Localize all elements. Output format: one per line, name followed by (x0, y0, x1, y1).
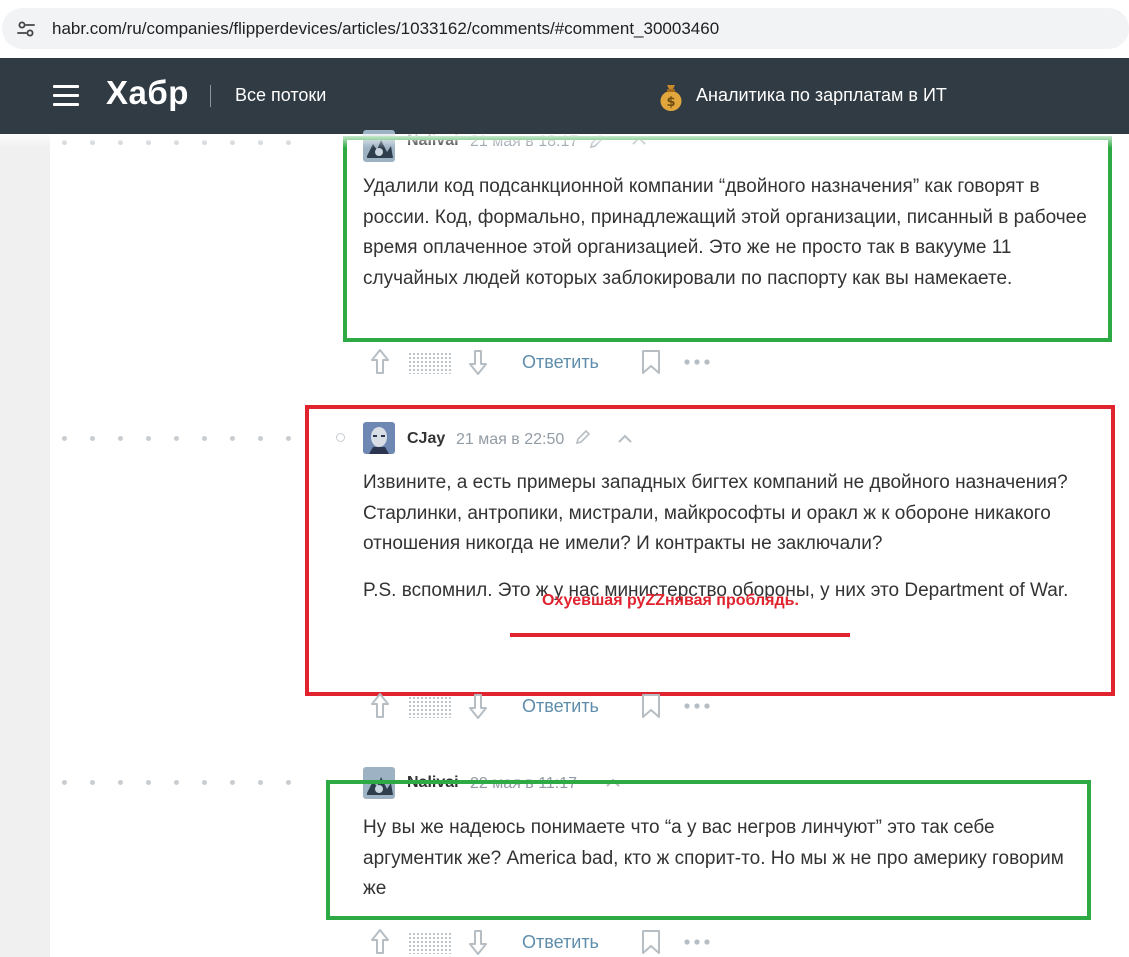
comment-actions: Ответить (370, 928, 730, 957)
site-settings-icon[interactable] (16, 19, 36, 39)
reply-button[interactable]: Ответить (522, 352, 599, 373)
comment-paragraph: Удалили код подсанкционной компании “дво… (363, 176, 1087, 289)
comments-area: Nalivai 21 мая в 18:17 Удалили код подса… (50, 130, 1129, 957)
comment-body: Удалили код подсанкционной компании “дво… (363, 172, 1108, 294)
comment-body: Извините, а есть примеры западных бигтех… (363, 468, 1108, 606)
salary-analytics-label: Аналитика по зарплатам в ИТ (696, 85, 947, 105)
comment-actions: Ответить (370, 348, 730, 378)
comment-paragraph: Ну вы же надеюсь понимаете что “а у вас … (363, 817, 1064, 899)
url-field[interactable]: habr.com/ru/companies/flipperdevices/art… (2, 8, 1129, 49)
annotation-label: Охуевшая руZZнявая проблядь. (542, 592, 799, 609)
header-divider (210, 85, 211, 107)
annotation-underline (510, 633, 850, 637)
rating-score (408, 932, 451, 954)
downvote-icon[interactable] (468, 692, 488, 720)
more-icon[interactable] (683, 692, 711, 720)
bookmark-icon[interactable] (640, 692, 662, 720)
money-bag-icon: $ (660, 85, 682, 111)
ps-prefix: P.S. вспомнил. (363, 579, 498, 601)
upvote-icon[interactable] (370, 348, 390, 376)
upvote-icon[interactable] (370, 692, 390, 720)
rating-score (408, 352, 451, 374)
svg-text:$: $ (666, 95, 675, 110)
thread-indent-dots (62, 780, 302, 786)
bookmark-icon[interactable] (640, 348, 662, 376)
comment-body: Ну вы же надеюсь понимаете что “а у вас … (363, 813, 1088, 905)
reply-button[interactable]: Ответить (522, 932, 599, 953)
comment-actions: Ответить (370, 692, 730, 722)
bookmark-icon[interactable] (640, 928, 662, 956)
site-header: Хабр Все потоки $ Аналитика по зарплатам… (0, 58, 1129, 134)
rating-score (408, 696, 451, 718)
downvote-icon[interactable] (468, 928, 488, 956)
url-text[interactable]: habr.com/ru/companies/flipperdevices/art… (52, 19, 719, 39)
thread-indent-dots (62, 436, 302, 442)
upvote-icon[interactable] (370, 928, 390, 956)
thread-indent-dots (62, 140, 302, 146)
site-logo[interactable]: Хабр (106, 74, 189, 112)
downvote-icon[interactable] (468, 348, 488, 376)
comment-paragraph: Извините, а есть примеры западных бигтех… (363, 472, 1068, 554)
menu-icon[interactable] (53, 85, 79, 107)
more-icon[interactable] (683, 348, 711, 376)
more-icon[interactable] (683, 928, 711, 956)
all-streams-link[interactable]: Все потоки (235, 85, 326, 106)
ps-suffix: , у них это Department of War. (809, 579, 1069, 601)
reply-button[interactable]: Ответить (522, 696, 599, 717)
browser-address-bar: habr.com/ru/companies/flipperdevices/art… (0, 0, 1129, 58)
